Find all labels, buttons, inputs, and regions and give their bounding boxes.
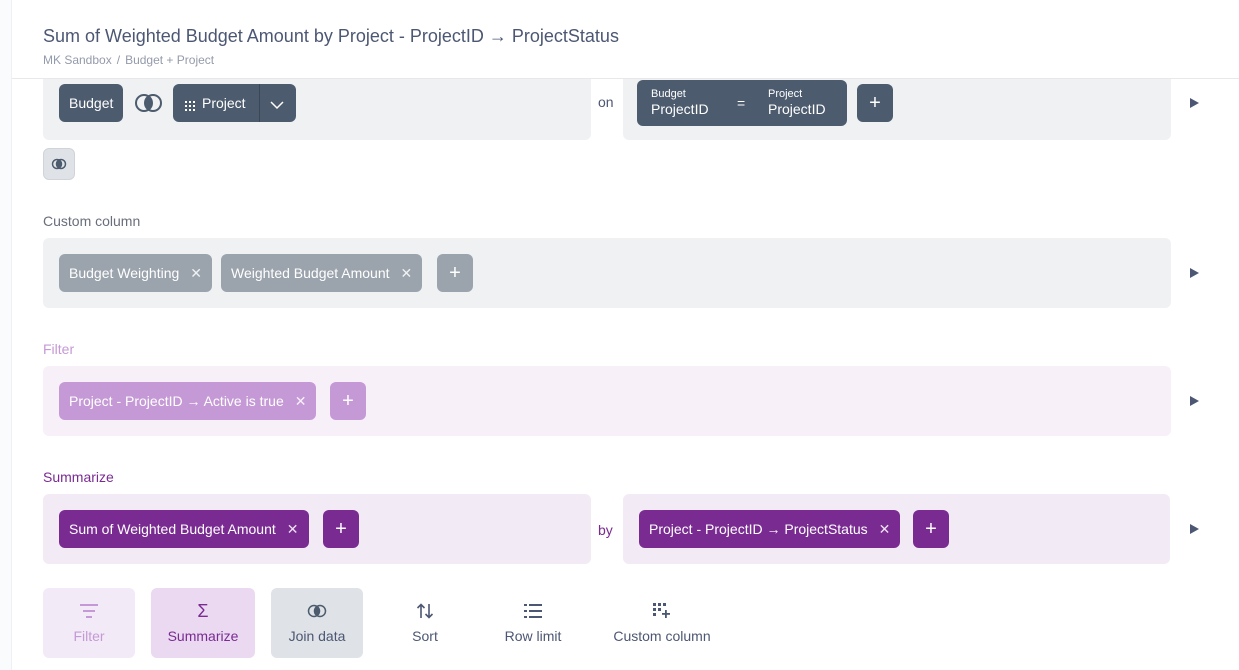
chevron-down-icon[interactable]: [270, 97, 284, 113]
join-preview-arrow-icon[interactable]: [1190, 98, 1199, 108]
close-icon[interactable]: ✕: [879, 521, 891, 538]
action-filter-label: Filter: [73, 628, 105, 644]
breadcrumb-query-overlay[interactable]: Budget + Project: [125, 53, 214, 67]
custom-column-pill-label: Weighted Budget Amount: [231, 265, 390, 281]
join-right-table[interactable]: Project: [173, 84, 296, 122]
summarize-metric-label: Sum of Weighted Budget Amount: [69, 521, 276, 537]
custom-column-pill[interactable]: Budget Weighting ✕: [59, 254, 212, 292]
add-filter-button[interactable]: +: [330, 382, 366, 420]
action-row-limit-button[interactable]: Row limit: [487, 588, 579, 658]
add-metric-button[interactable]: +: [323, 510, 359, 548]
grid-icon: [185, 98, 195, 111]
action-summarize-button[interactable]: Σ Summarize: [151, 588, 255, 658]
summarize-breakout-pill[interactable]: Project - ProjectID → ProjectStatus ✕: [639, 510, 901, 548]
close-icon[interactable]: ✕: [287, 521, 299, 538]
join-condition-operator: =: [737, 95, 746, 111]
list-icon: [524, 600, 542, 622]
page-title-overlay: Sum of Weighted Budget Amount by Project…: [43, 26, 619, 46]
filter-pill-label: Project - ProjectID → Active is true: [69, 393, 284, 409]
summarize-preview-arrow-icon[interactable]: [1190, 524, 1199, 534]
add-join-condition-button[interactable]: +: [857, 84, 893, 122]
join-left-table[interactable]: Budget: [59, 84, 124, 122]
summarize-metric-pill[interactable]: Sum of Weighted Budget Amount ✕: [59, 510, 309, 548]
join-on-label: on: [598, 94, 614, 110]
join-condition-left-table: Budget: [651, 88, 686, 100]
join-venn-icon[interactable]: [133, 93, 165, 113]
filter-step-label: Filter: [43, 341, 75, 357]
left-sidebar-edge: [0, 0, 12, 670]
summarize-breakout-label: Project - ProjectID → ProjectStatus: [649, 521, 868, 537]
join-condition-right-field: ProjectID: [768, 101, 826, 117]
join-table-divider: [259, 84, 260, 122]
join-icon: [307, 600, 327, 622]
close-icon[interactable]: ✕: [401, 265, 413, 282]
breadcrumb-collection-overlay[interactable]: MK Sandbox: [43, 53, 112, 67]
filter-pill[interactable]: Project - ProjectID → Active is true ✕: [59, 382, 317, 420]
add-custom-column-button[interactable]: +: [437, 254, 473, 292]
close-icon[interactable]: ✕: [295, 393, 307, 410]
breadcrumb-overlay: MK Sandbox / Budget + Project: [43, 53, 214, 67]
action-summarize-label: Summarize: [167, 628, 239, 644]
breadcrumb-separator-overlay: /: [116, 53, 121, 67]
join-right-table-label: Project: [202, 95, 246, 111]
action-sort-button[interactable]: Sort: [379, 588, 471, 658]
add-grid-icon: [653, 600, 671, 622]
action-custom-column-button[interactable]: Custom column: [606, 588, 718, 658]
add-breakout-button[interactable]: +: [913, 510, 949, 548]
filter-preview-arrow-icon[interactable]: [1190, 396, 1199, 406]
summarize-step-label: Summarize: [43, 469, 114, 485]
action-custom-column-label: Custom column: [613, 628, 711, 644]
join-condition[interactable]: Budget ProjectID = Project ProjectID: [637, 80, 847, 126]
header-overlay: Sum of Weighted Budget Amount by Project…: [12, 0, 1239, 79]
custom-column-pill-label: Budget Weighting: [69, 265, 180, 281]
join-left-table-label: Budget: [69, 95, 114, 111]
action-filter-button[interactable]: Filter: [43, 588, 135, 658]
action-join-button[interactable]: Join data: [271, 588, 363, 658]
action-sort-label: Sort: [412, 628, 438, 644]
join-condition-left-field: ProjectID: [651, 101, 709, 117]
action-join-label: Join data: [288, 628, 346, 644]
custom-column-step-label: Custom column: [43, 213, 141, 229]
sort-icon: [416, 600, 434, 622]
summarize-by-label: by: [598, 522, 613, 538]
close-icon[interactable]: ✕: [190, 265, 202, 282]
join-condition-right-table: Project: [768, 88, 803, 100]
custom-column-panel: [43, 238, 1171, 308]
custom-column-preview-arrow-icon[interactable]: [1190, 268, 1199, 278]
action-row-limit-label: Row limit: [504, 628, 562, 644]
filter-icon: [80, 600, 98, 622]
join-type-toggle[interactable]: [43, 148, 75, 180]
sigma-icon: Σ: [197, 600, 209, 621]
custom-column-pill[interactable]: Weighted Budget Amount ✕: [221, 254, 423, 292]
